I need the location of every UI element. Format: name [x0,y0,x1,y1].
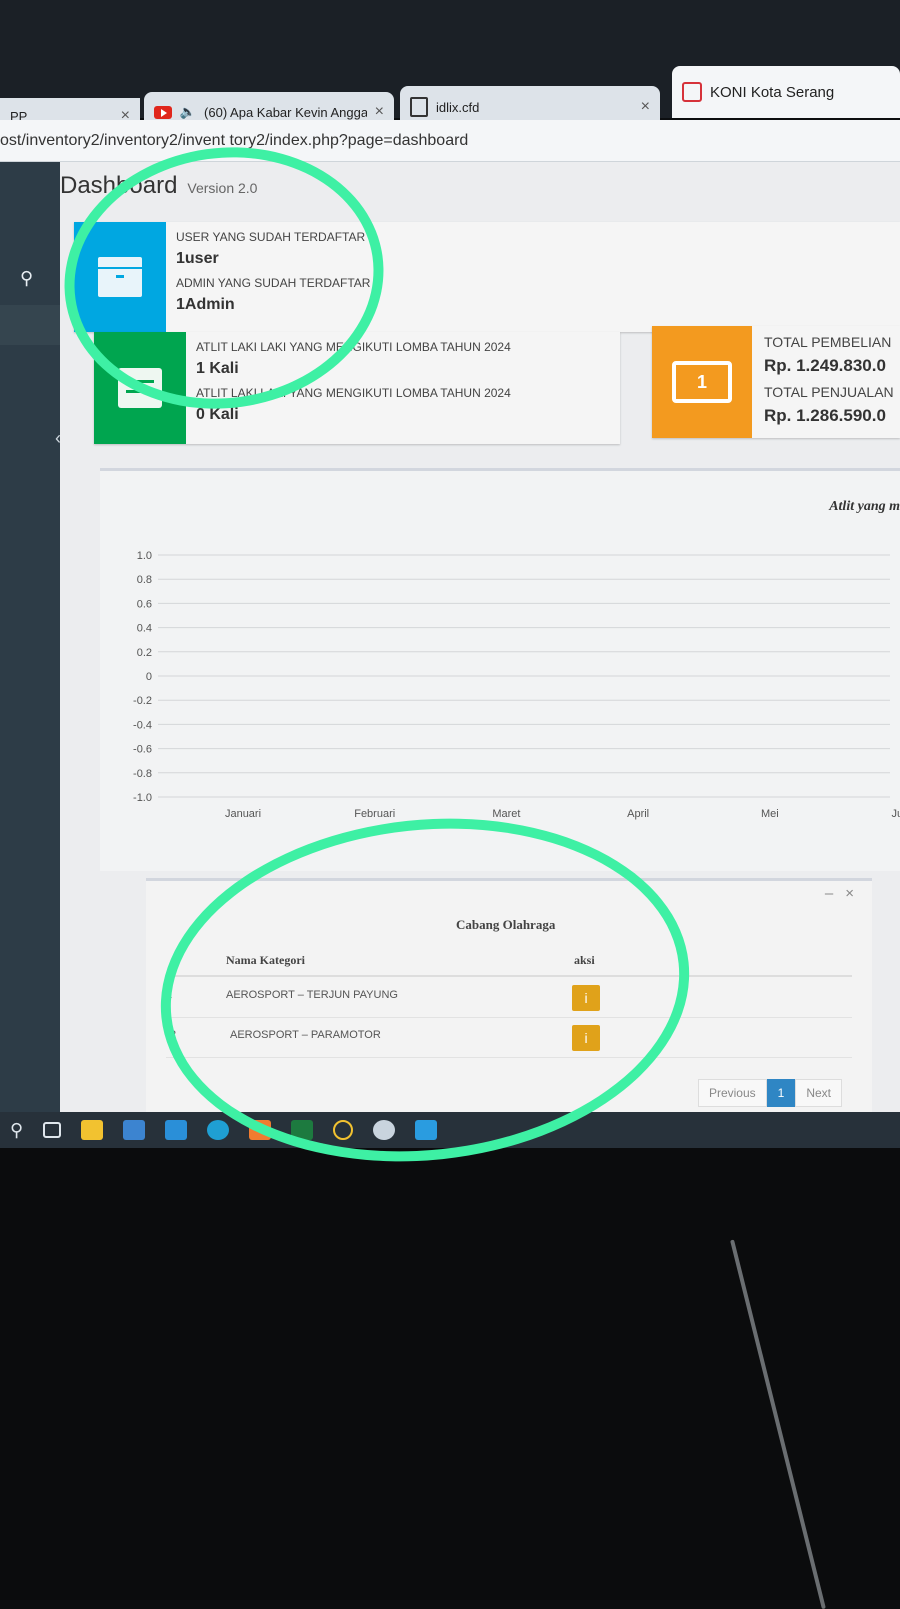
infobox-finance: 1 TOTAL PEMBELIAN Rp. 1.249.830.0 TOTAL … [652,326,900,438]
infobox-content: TOTAL PEMBELIAN Rp. 1.249.830.0 TOTAL PE… [764,334,896,434]
infobox-number: Rp. 1.249.830.0 [764,356,886,375]
y-tick-label: 0.6 [137,598,152,610]
money-icon: 1 [672,361,732,403]
search-icon[interactable]: ⚲ [10,1120,23,1141]
x-tick-label: April [627,808,649,820]
line-chart: 1.0 0.8 0.6 0.4 0.2 0 -0.2 -0.4 -0.6 -0.8 -1.0 Janu… [133,550,900,820]
speaker-icon[interactable]: 🔈 [180,104,196,120]
browser-tab-bar: PP × 🔈 (60) Apa Kabar Kevin Angga × idli… [0,0,900,134]
infobox-label: TOTAL PENJUALAN [764,384,894,400]
y-tick-label: -0.6 [133,744,152,756]
y-tick-label: -0.4 [133,719,152,731]
close-icon[interactable]: × [375,103,384,121]
previous-button[interactable]: Previous [697,1079,767,1107]
y-tick-label: 1.0 [137,550,152,562]
pagination: Previous 1 Next [697,1079,842,1107]
close-icon[interactable]: × [641,98,650,116]
minimize-button[interactable]: – [825,885,833,902]
y-tick-label: -1.0 [133,792,152,804]
edge-icon[interactable] [207,1120,230,1140]
infobox-icon-bg: 1 [652,326,752,438]
file-explorer-icon[interactable] [81,1120,104,1140]
x-tick-label: Juni [891,808,900,820]
x-tick-label: Januari [225,808,261,820]
search-icon[interactable]: ⚲ [20,268,33,289]
youtube-icon [154,105,172,119]
mail-icon[interactable] [165,1120,188,1140]
x-tick-label: Februari [354,808,395,820]
tab-label: idlix.cfd [436,99,480,115]
next-button[interactable]: Next [795,1079,842,1107]
close-button[interactable]: × [845,885,854,902]
infobox-number: Rp. 1.286.590.0 [764,406,886,425]
tab-koni[interactable]: KONI Kota Serang [672,66,900,118]
task-view-icon[interactable] [43,1122,62,1138]
infobox-number: 0 Kali [196,406,239,423]
chart-panel: Atlit yang m 1.0 0.8 0.6 0.4 0.2 0 -0.2 -0.4 -0.… [100,468,900,871]
y-tick-label: -0.8 [133,768,152,780]
tab-label: KONI Kota Serang [710,83,835,101]
infobox-label: TOTAL PEMBELIAN [764,334,892,350]
panel-controls: – × [825,885,854,902]
store-icon[interactable] [123,1120,146,1140]
y-tick-label: 0.8 [137,574,152,586]
y-tick-label: 0 [146,671,152,683]
y-tick-label: -0.2 [133,695,152,707]
y-tick-label: 0.2 [137,647,152,659]
x-tick-label: Mei [761,808,779,820]
xampp-icon [682,82,702,102]
y-tick-label: 0.4 [137,623,152,635]
address-bar[interactable]: ost/inventory2/inventory2/invent tory2/i… [0,120,900,162]
tab-label: (60) Apa Kabar Kevin Angga [204,104,367,120]
x-tick-label: Maret [492,808,520,820]
page-icon [410,97,428,117]
page-1-button[interactable]: 1 [766,1079,796,1107]
